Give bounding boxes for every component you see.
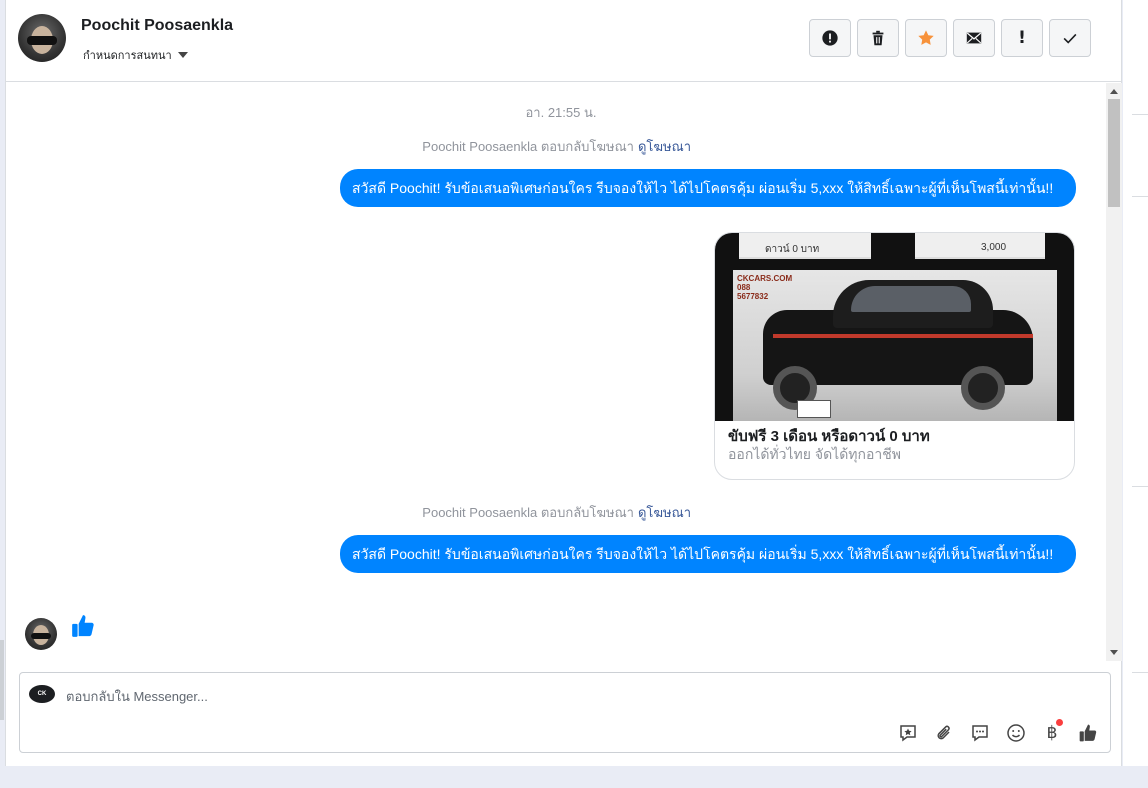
contact-avatar-small <box>25 618 57 650</box>
thumbs-up-icon <box>72 615 94 637</box>
ad-card-image: ดาวน์ 0 บาท 3,000 CKCARS.COM 088 5677832 <box>715 233 1074 421</box>
send-like-button[interactable] <box>1076 721 1100 745</box>
left-panel-edge <box>0 640 4 720</box>
outgoing-message[interactable]: สวัสดี Poochit! รับข้อเสนอพิเศษก่อนใคร ร… <box>340 535 1076 573</box>
ad-card-subtitle: ออกได้ทั่วไทย จัดได้ทุกอาชีพ <box>728 446 902 462</box>
view-ad-link[interactable]: ดูโฆษณา <box>638 139 691 154</box>
ad-strip-right: 3,000 <box>915 233 1045 259</box>
spam-button[interactable] <box>809 19 851 57</box>
attach-button[interactable] <box>932 721 956 745</box>
exclamation-icon: ! <box>1018 28 1026 48</box>
conversation-panel: Poochit Poosaenkla กำหนดการสนทนา ! อา. 2… <box>5 0 1122 766</box>
payment-button[interactable]: ฿ <box>1040 719 1064 745</box>
emoji-icon <box>1007 724 1025 742</box>
trash-icon <box>872 30 884 46</box>
composer-tools: ฿ <box>896 719 1100 745</box>
mark-unread-button[interactable] <box>953 19 995 57</box>
saved-reply-icon <box>900 725 916 742</box>
ad-reply-text: Poochit Poosaenkla ตอบกลับโฆษณา <box>422 139 634 154</box>
message-timestamp: อา. 21:55 น. <box>525 105 597 120</box>
scroll-up-icon[interactable] <box>1110 89 1118 94</box>
quick-reply-button[interactable] <box>968 721 992 745</box>
dealer-logo: CKCARS.COM 088 5677832 <box>737 274 793 301</box>
ad-card[interactable]: ดาวน์ 0 บาท 3,000 CKCARS.COM 088 5677832… <box>714 232 1075 480</box>
reply-input[interactable] <box>66 685 886 707</box>
contact-name[interactable]: Poochit Poosaenkla <box>81 17 233 35</box>
ad-strip-left: ดาวน์ 0 บาท <box>739 233 871 259</box>
check-icon <box>1063 33 1077 44</box>
view-ad-link[interactable]: ดูโฆษณา <box>638 505 691 520</box>
done-button[interactable] <box>1049 19 1091 57</box>
message-thread[interactable]: อา. 21:55 น. Poochit Poosaenkla ตอบกลับโ… <box>6 83 1106 661</box>
assign-conversation-dropdown[interactable]: กำหนดการสนทนา <box>83 46 188 64</box>
ad-reply-note: Poochit Poosaenkla ตอบกลับโฆษณา ดูโฆษณา <box>422 502 691 523</box>
reply-composer: CK ฿ <box>19 672 1111 753</box>
truck-photo: CKCARS.COM 088 5677832 <box>733 270 1057 421</box>
outgoing-message[interactable]: สวัสดี Poochit! รับข้อเสนอพิเศษก่อนใคร ร… <box>340 169 1076 207</box>
thumbs-up-icon <box>1079 724 1097 742</box>
emoji-button[interactable] <box>1004 721 1028 745</box>
saved-reply-button[interactable] <box>896 721 920 745</box>
delete-button[interactable] <box>857 19 899 57</box>
baht-payment-icon: ฿ <box>1046 723 1058 743</box>
alert-circle-icon <box>822 30 838 46</box>
right-side-panel <box>1123 0 1148 766</box>
conversation-actions: ! <box>809 19 1091 57</box>
ad-reply-note: Poochit Poosaenkla ตอบกลับโฆษณา ดูโฆษณา <box>422 136 691 157</box>
ad-reply-text: Poochit Poosaenkla ตอบกลับโฆษณา <box>422 505 634 520</box>
star-icon <box>918 30 934 45</box>
scroll-thumb[interactable] <box>1108 99 1120 207</box>
thread-scrollbar[interactable] <box>1106 83 1122 661</box>
envelope-icon <box>966 32 982 44</box>
follow-up-button[interactable]: ! <box>1001 19 1043 57</box>
notification-dot <box>1056 719 1063 726</box>
conversation-header: Poochit Poosaenkla กำหนดการสนทนา ! <box>6 0 1121 82</box>
assign-label: กำหนดการสนทนา <box>83 50 172 62</box>
page-logo: CK <box>29 685 55 703</box>
caret-down-icon <box>177 52 188 58</box>
attach-icon <box>937 725 950 740</box>
chat-bubble-icon <box>972 725 988 742</box>
star-button[interactable] <box>905 19 947 57</box>
contact-avatar[interactable] <box>18 14 66 62</box>
scroll-down-icon[interactable] <box>1110 650 1118 655</box>
